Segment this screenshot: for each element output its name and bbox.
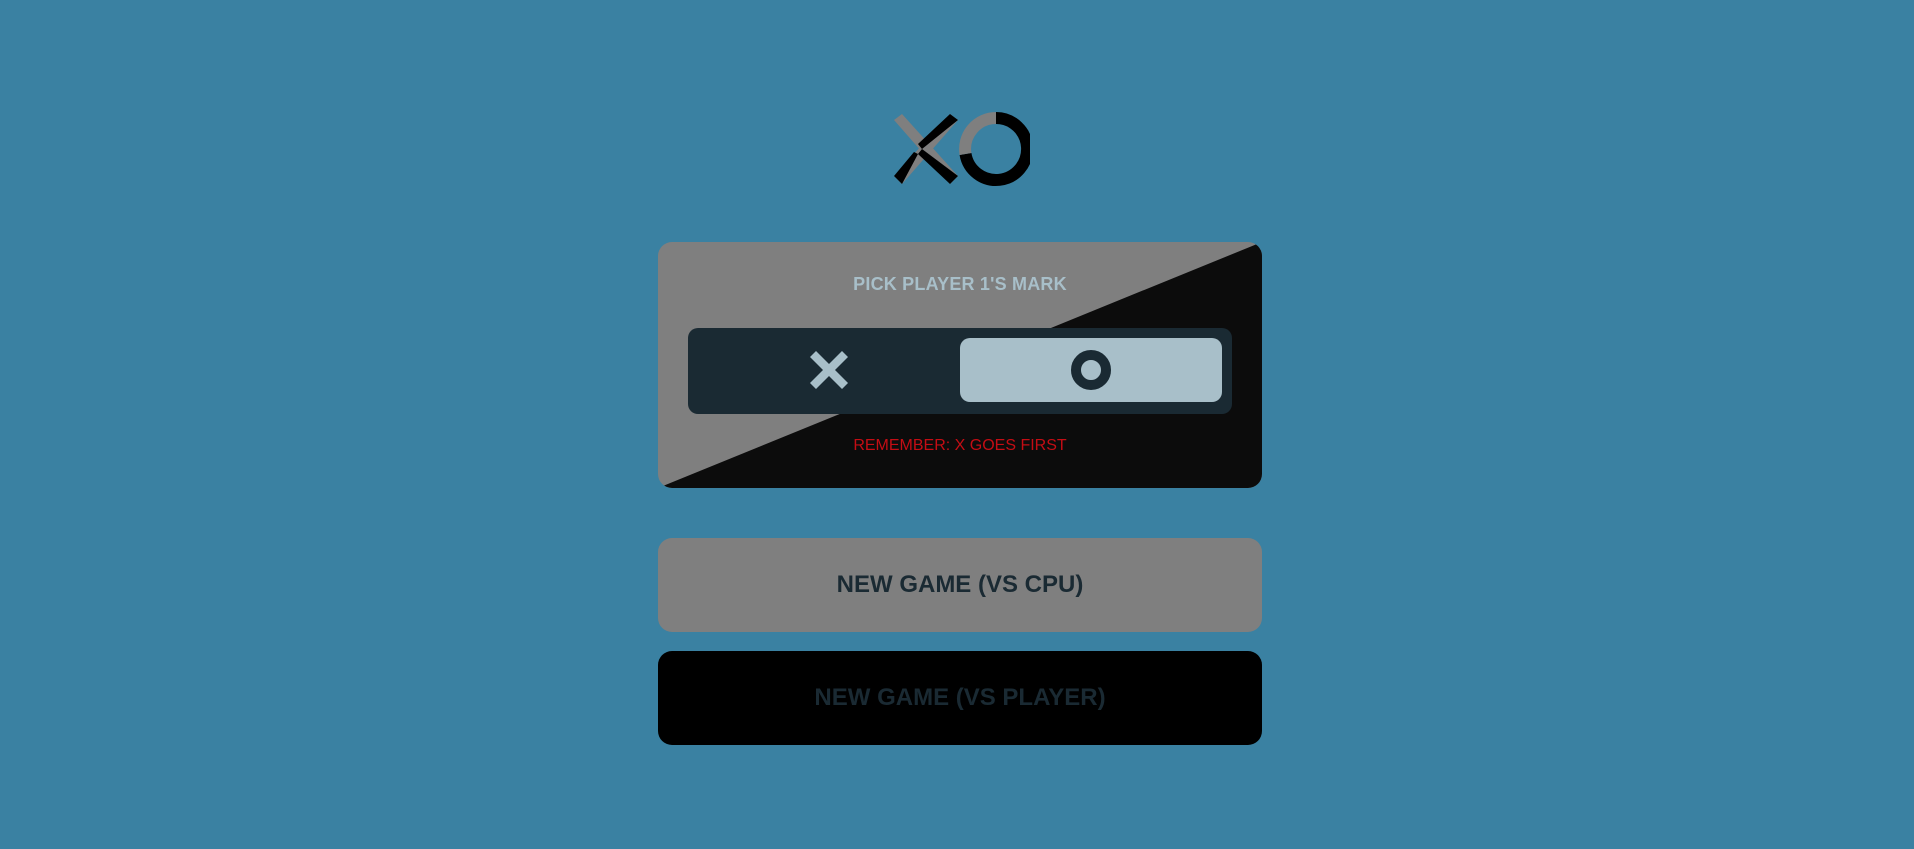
mark-picker-card: PICK PLAYER 1'S MARK REMEMBER: X GOES FI… [658,242,1262,488]
mark-toggle [688,328,1232,414]
new-game-vs-cpu-button[interactable]: NEW GAME (VS CPU) [658,538,1262,632]
xo-logo-icon [894,111,1030,186]
x-mark-icon [810,351,848,389]
mark-option-x[interactable] [698,338,960,402]
game-start-screen: PICK PLAYER 1'S MARK REMEMBER: X GOES FI… [0,0,1914,849]
o-mark-icon [1071,350,1111,390]
new-game-vs-player-button[interactable]: NEW GAME (VS PLAYER) [658,651,1262,745]
mark-option-o[interactable] [960,338,1222,402]
mark-picker-title: PICK PLAYER 1'S MARK [853,274,1067,294]
first-move-hint: REMEMBER: X GOES FIRST [853,437,1067,454]
